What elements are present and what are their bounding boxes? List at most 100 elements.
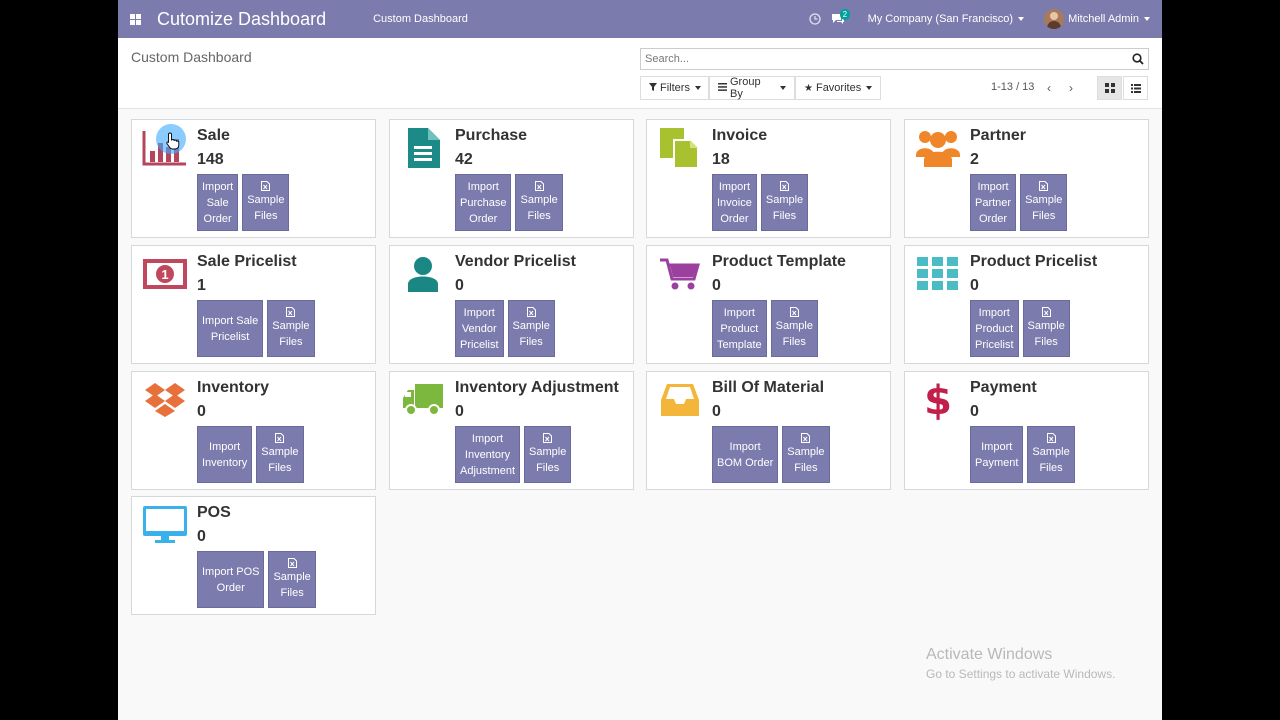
import-button-bill-of-material[interactable]: Import BOM Order bbox=[712, 426, 779, 483]
user-menu[interactable]: Mitchell Admin bbox=[1044, 9, 1150, 29]
import-button-label: Adjustment bbox=[460, 464, 516, 477]
dashboard-card-vendor-pricelist: Vendor Pricelist 0 Import Vendor Pricelist Sa… bbox=[389, 245, 634, 364]
search-box[interactable] bbox=[640, 48, 1149, 70]
filters-button[interactable]: Filters bbox=[640, 76, 709, 100]
sample-files-label: Files bbox=[772, 210, 797, 222]
sample-files-label: Files bbox=[519, 336, 543, 348]
card-count: 0 bbox=[197, 528, 206, 545]
card-title: POS bbox=[197, 504, 231, 521]
sample-files-button-pos[interactable]: Sample Files bbox=[268, 551, 316, 608]
file-excel-icon bbox=[261, 181, 271, 191]
sample-files-button-bill-of-material[interactable]: Sample Files bbox=[782, 426, 830, 483]
file-excel-icon bbox=[287, 558, 297, 568]
import-button-sale-pricelist[interactable]: Import Sale Pricelist bbox=[197, 300, 264, 357]
dashboard-card-purchase: Purchase 42 Import Purchase Order Sample Files bbox=[389, 119, 634, 238]
import-button-purchase[interactable]: Import Purchase Order bbox=[455, 174, 512, 231]
card-title: Partner bbox=[970, 127, 1027, 144]
sample-files-button-product-template[interactable]: Sample Files bbox=[770, 300, 818, 357]
sample-files-button-inventory[interactable]: Sample Files bbox=[256, 426, 304, 483]
control-panel: Custom Dashboard Filters Group By ★ Favo… bbox=[118, 38, 1162, 109]
card-count: 2 bbox=[970, 151, 979, 168]
import-button-invoice[interactable]: Import Invoice Order bbox=[712, 174, 757, 231]
pager-next-icon[interactable]: › bbox=[1061, 76, 1081, 100]
sample-files-label: Files bbox=[536, 462, 560, 474]
sample-files-button-inventory-adjustment[interactable]: Sample Files bbox=[524, 426, 572, 483]
import-button-sale[interactable]: Import Sale Order bbox=[197, 174, 239, 231]
import-button-payment[interactable]: Import Payment bbox=[970, 426, 1024, 483]
svg-text:$: $ bbox=[924, 380, 952, 420]
card-title: Invoice bbox=[712, 127, 768, 144]
messages-chat-icon[interactable]: 2 bbox=[830, 0, 851, 38]
import-button-label: Inventory bbox=[464, 448, 511, 461]
sample-files-button-purchase[interactable]: Sample Files bbox=[515, 174, 563, 231]
pager-value[interactable]: 1-13 / 13 bbox=[991, 81, 1034, 93]
file-excel-icon bbox=[789, 307, 799, 317]
sample-files-label: Files bbox=[527, 210, 551, 222]
app-window: Cutomize Dashboard Custom Dashboard 2 My… bbox=[118, 0, 1162, 720]
svg-text:1: 1 bbox=[161, 267, 168, 282]
import-button-partner[interactable]: Import Partner Order bbox=[970, 174, 1017, 231]
sample-files-label: Sample bbox=[273, 571, 311, 583]
sample-files-button-partner[interactable]: Sample Files bbox=[1020, 174, 1068, 231]
card-count: 0 bbox=[455, 277, 464, 294]
list-view-button[interactable] bbox=[1123, 76, 1148, 100]
import-button-label: Import bbox=[723, 306, 755, 319]
file-excel-icon bbox=[1039, 181, 1049, 191]
file-excel-icon bbox=[801, 433, 811, 443]
favorites-button[interactable]: ★ Favorites bbox=[795, 76, 881, 100]
search-input[interactable] bbox=[641, 49, 1121, 69]
pager-previous-icon[interactable]: ‹ bbox=[1039, 76, 1059, 100]
card-count: 0 bbox=[712, 277, 721, 294]
chevron-down-icon bbox=[866, 86, 873, 90]
import-button-label: Order bbox=[216, 581, 245, 594]
chevron-down-icon bbox=[780, 86, 786, 90]
kanban-view-button[interactable] bbox=[1097, 76, 1122, 100]
activity-clock-icon[interactable] bbox=[808, 0, 822, 38]
sample-files-button-payment[interactable]: Sample Files bbox=[1027, 426, 1075, 483]
sample-files-button-product-pricelist[interactable]: Sample Files bbox=[1022, 300, 1070, 357]
sample-files-button-sale[interactable]: Sample Files bbox=[242, 174, 290, 231]
list-bars-icon bbox=[718, 82, 727, 94]
dashboard-card-bill-of-material: Bill Of Material 0 Import BOM Order Sample Fi… bbox=[646, 371, 891, 490]
windows-activation-title: Activate Windows bbox=[926, 646, 1053, 663]
sample-files-label: Files bbox=[268, 462, 292, 474]
import-button-vendor-pricelist[interactable]: Import Vendor Pricelist bbox=[455, 300, 504, 357]
sample-files-label: Sample bbox=[529, 446, 567, 458]
sample-files-button-vendor-pricelist[interactable]: Sample Files bbox=[507, 300, 555, 357]
file-excel-icon bbox=[780, 181, 789, 191]
import-button-label: BOM Order bbox=[717, 456, 774, 469]
app-brand-title[interactable]: Cutomize Dashboard bbox=[157, 9, 326, 30]
import-button-label: Import Sale bbox=[202, 314, 259, 327]
import-button-label: Payment bbox=[975, 456, 1019, 469]
windows-activation-hint: Go to Settings to activate Windows. bbox=[926, 667, 1116, 681]
sample-files-label: Sample bbox=[272, 320, 310, 332]
import-button-label: Import bbox=[981, 440, 1013, 453]
import-button-label: Inventory bbox=[202, 456, 248, 469]
import-button-inventory[interactable]: Import Inventory bbox=[197, 426, 253, 483]
card-title: Sale Pricelist bbox=[197, 253, 297, 270]
card-count: 1 bbox=[197, 277, 206, 294]
import-button-inventory-adjustment[interactable]: Import Inventory Adjustment bbox=[455, 426, 521, 483]
sample-files-button-sale-pricelist[interactable]: Sample Files bbox=[267, 300, 315, 357]
import-button-product-pricelist[interactable]: Import Product Pricelist bbox=[970, 300, 1019, 357]
kanban-grid-icon bbox=[1104, 83, 1115, 93]
file-excel-icon bbox=[526, 307, 536, 317]
import-button-product-template[interactable]: Import Product Template bbox=[712, 300, 767, 357]
sample-files-label: Files bbox=[794, 462, 818, 474]
import-button-pos[interactable]: Import POS Order bbox=[197, 551, 265, 608]
card-count: 42 bbox=[455, 151, 473, 168]
search-icon[interactable] bbox=[1132, 53, 1144, 65]
company-name: My Company (San Francisco) bbox=[867, 13, 1014, 25]
apps-menu-icon[interactable] bbox=[122, 0, 148, 38]
group-by-button[interactable]: Group By bbox=[709, 76, 795, 100]
shopping-cart-icon bbox=[655, 251, 705, 296]
card-count: 0 bbox=[455, 403, 464, 420]
import-button-label: Order bbox=[203, 212, 232, 225]
sample-files-button-invoice[interactable]: Sample Files bbox=[760, 174, 809, 231]
sample-files-label: Sample bbox=[775, 320, 813, 332]
menu-custom-dashboard[interactable]: Custom Dashboard bbox=[373, 13, 468, 25]
dashboard-card-sale-pricelist: 1 Sale Pricelist 1 Import Sale Pricelist Samp… bbox=[131, 245, 376, 364]
import-button-label: Product bbox=[720, 322, 759, 335]
company-switcher[interactable]: My Company (San Francisco) bbox=[868, 13, 1025, 25]
invoice-copy-icon bbox=[655, 125, 705, 170]
